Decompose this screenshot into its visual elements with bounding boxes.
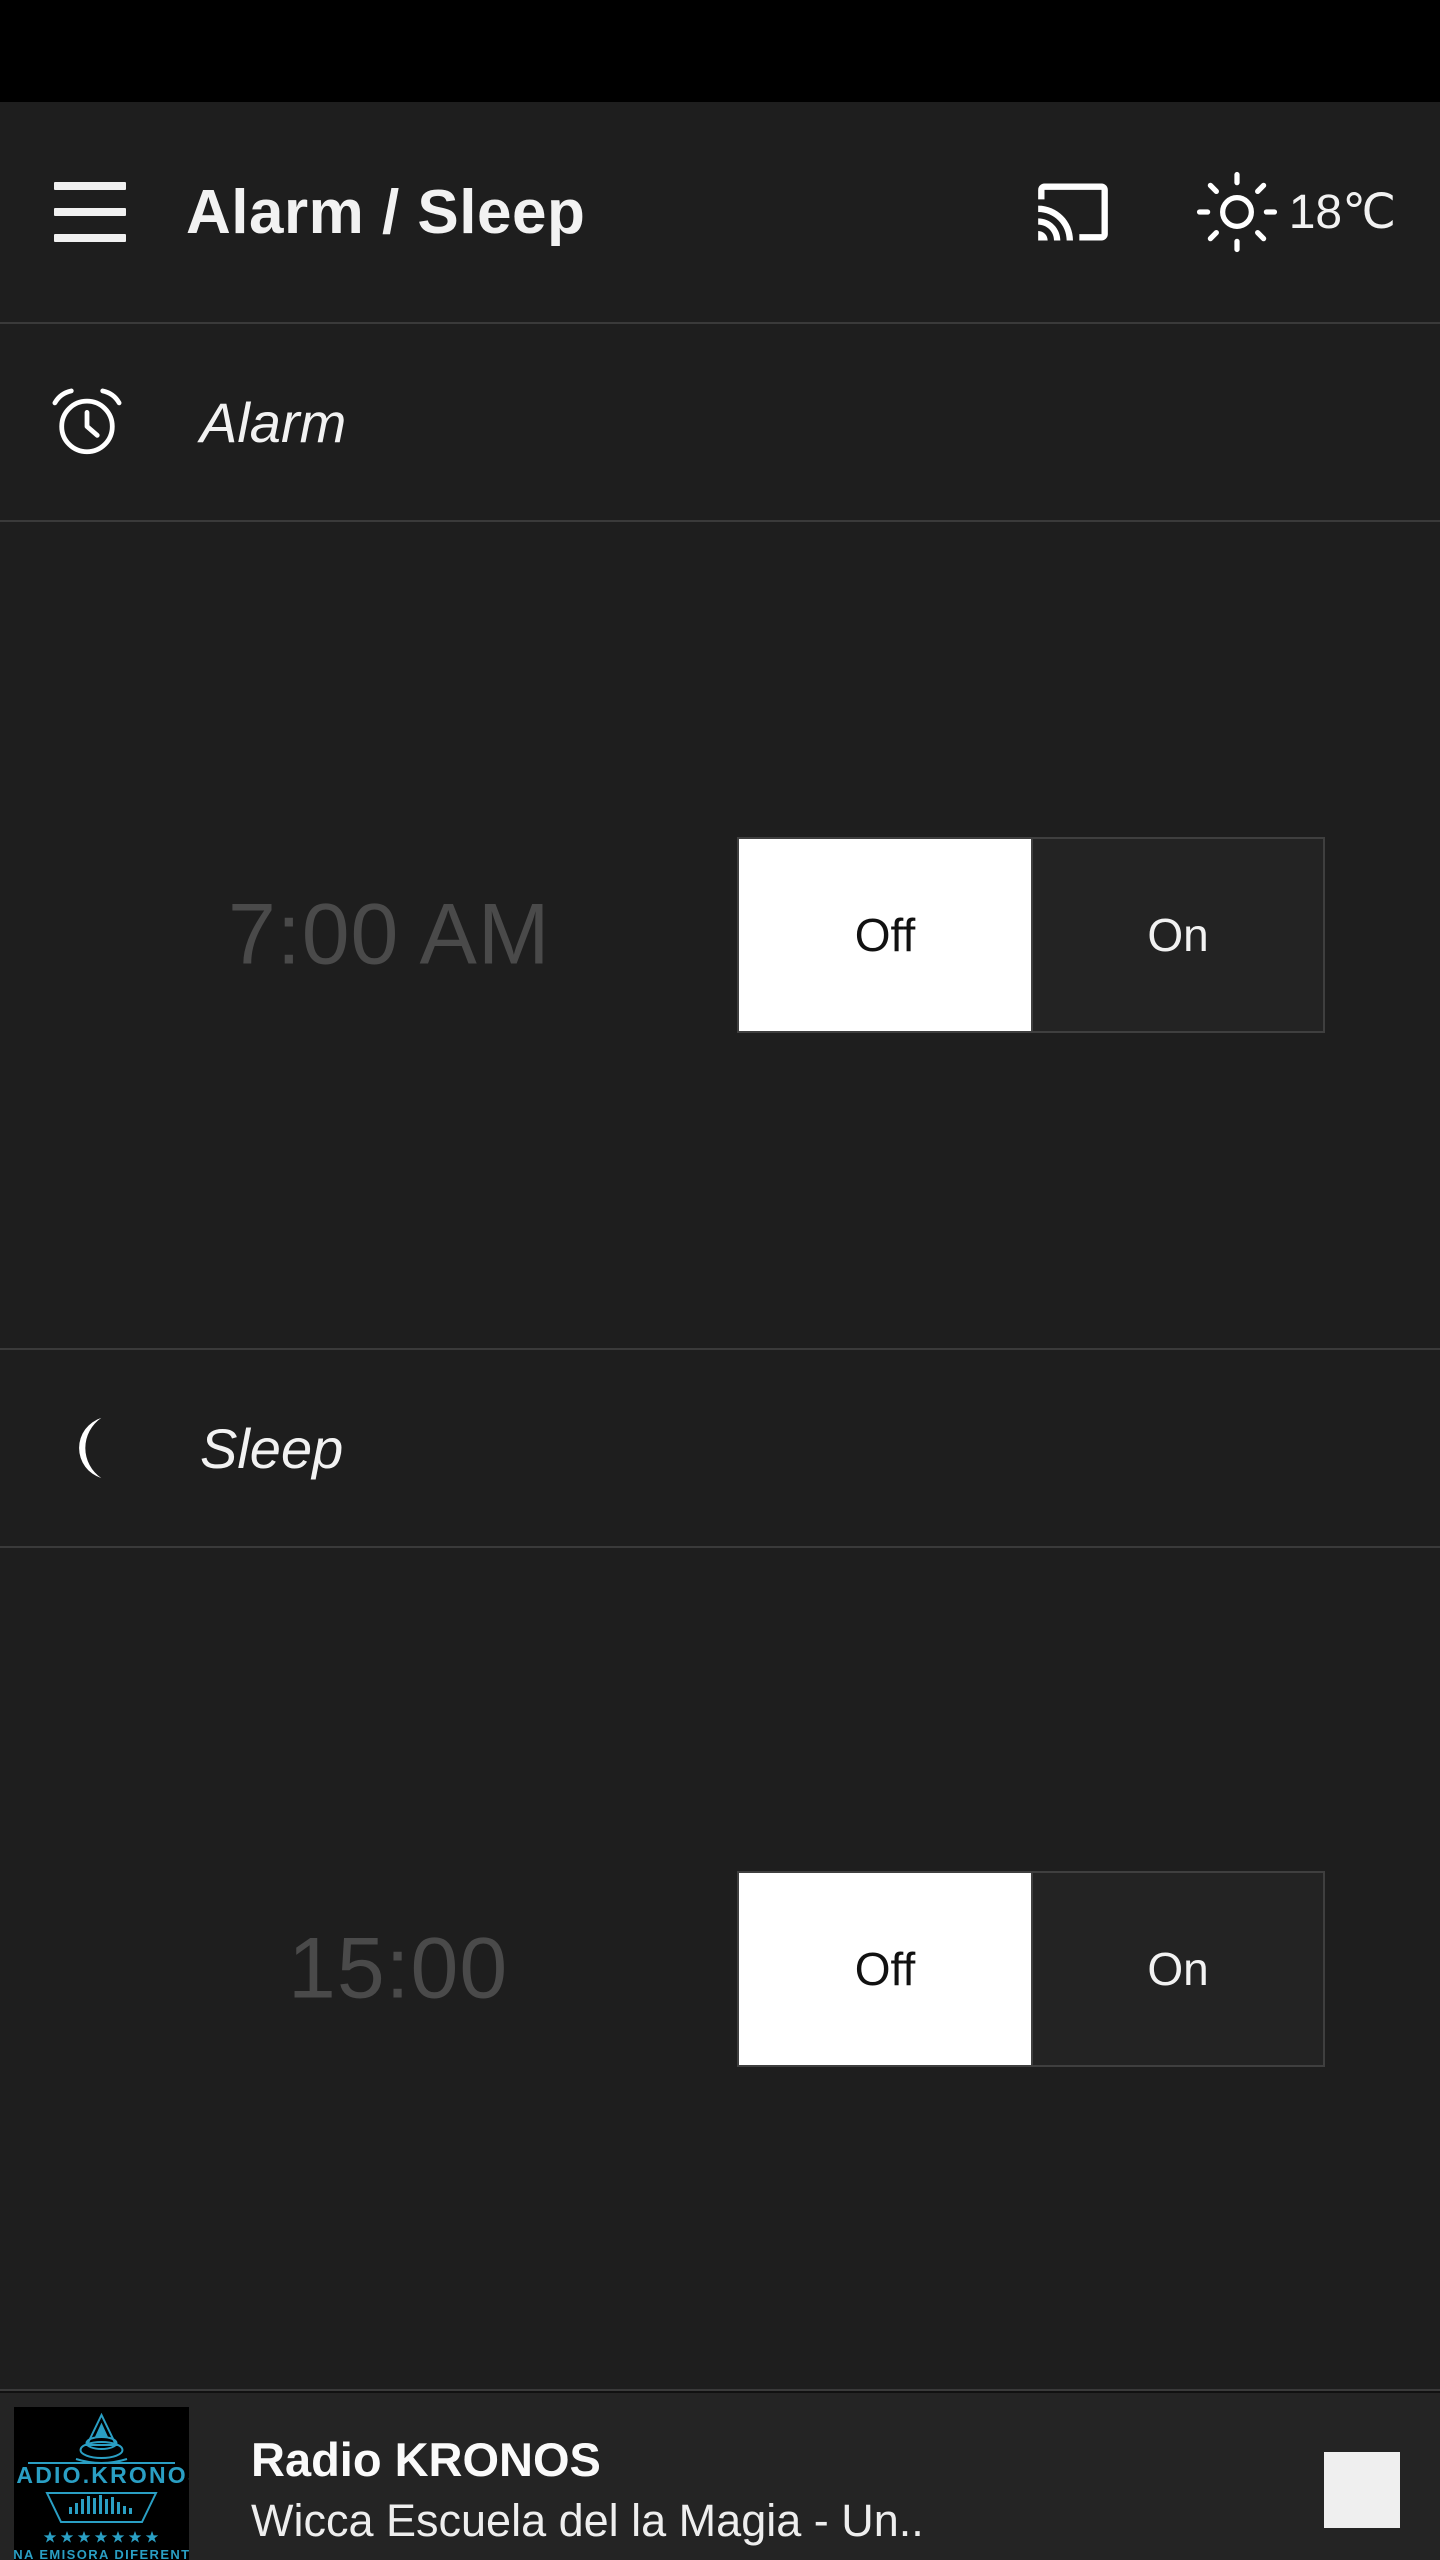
status-bar: [0, 0, 1440, 102]
sleep-toggle: Off On: [737, 1870, 1325, 2067]
sleep-toggle-on[interactable]: On: [1031, 1872, 1323, 2065]
section-header-sleep: Sleep: [0, 1350, 1440, 1548]
station-name: Radio KRONOS: [251, 2433, 601, 2486]
player-info: Radio KRONOS Wicca Escuela del la Magia …: [251, 2432, 1294, 2547]
svg-text:UNA EMISORA DIFERENTE: UNA EMISORA DIFERENTE: [14, 2547, 189, 2560]
player-bar: RADIO.KRONOS: [0, 2391, 1440, 2560]
header-actions: 18℃: [1025, 170, 1396, 254]
now-playing-text: Wicca Escuela del la Magia - Un..: [251, 2495, 924, 2546]
alarm-toggle: Off On: [737, 837, 1325, 1033]
weather-widget[interactable]: 18℃: [1195, 170, 1396, 254]
sleep-toggle-off[interactable]: Off: [739, 1872, 1031, 2065]
station-logo: RADIO.KRONOS: [14, 2407, 189, 2560]
app-root: Alarm / Sleep 18℃ Alarm 7:00 AM Off On S…: [0, 0, 1440, 2560]
stop-button[interactable]: [1324, 2451, 1400, 2528]
chromecast-icon[interactable]: [1025, 174, 1121, 250]
sleep-panel: 15:00 Off On: [0, 1548, 1440, 2391]
alarm-panel: 7:00 AM Off On: [0, 522, 1440, 1350]
section-header-alarm: Alarm: [0, 324, 1440, 522]
alarm-time-value[interactable]: 7:00 AM: [228, 886, 551, 985]
hamburger-bar: [54, 182, 126, 190]
crescent-moon-icon: [79, 1417, 102, 1479]
svg-text:RADIO.KRONOS: RADIO.KRONOS: [14, 2462, 189, 2488]
alarm-toggle-off[interactable]: Off: [739, 839, 1031, 1031]
radio-kronos-logo-icon: RADIO.KRONOS: [14, 2407, 189, 2560]
sleep-time-value[interactable]: 15:00: [288, 1919, 508, 2018]
hamburger-bar: [54, 234, 126, 242]
alarm-clock-icon: [52, 388, 122, 455]
section-label-alarm: Alarm: [200, 390, 347, 454]
page-title: Alarm / Sleep: [186, 177, 586, 247]
alarm-toggle-on[interactable]: On: [1031, 839, 1323, 1031]
app-header: Alarm / Sleep 18℃: [0, 102, 1440, 324]
hamburger-menu-icon[interactable]: [54, 182, 126, 242]
section-label-sleep: Sleep: [200, 1416, 344, 1480]
sun-icon: [1196, 171, 1277, 253]
temperature-label: 18℃: [1288, 186, 1396, 239]
hamburger-bar: [54, 208, 126, 216]
